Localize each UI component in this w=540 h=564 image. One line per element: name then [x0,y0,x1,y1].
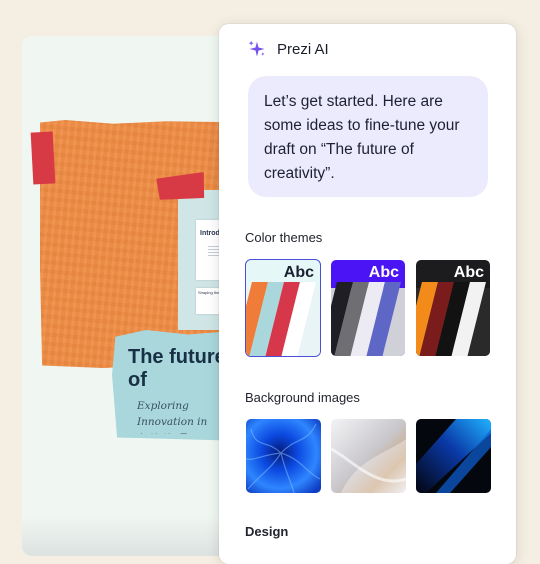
theme-label: Abc [453,264,484,281]
theme-label: Abc [283,264,314,281]
background-thumb-dark-blue[interactable] [416,419,491,493]
background-thumb-silver-abstract[interactable] [331,419,406,493]
panel-header: Prezi AI [247,36,329,62]
theme-card-purple[interactable]: Abc [331,260,405,356]
color-themes-label: Color themes [245,230,323,245]
ai-message-bubble: Let’s get started. Here are some ideas t… [248,76,488,197]
red-tape [30,131,56,185]
ai-message-text: Let’s get started. Here are some ideas t… [264,93,460,182]
theme-card-light[interactable]: Abc [245,259,321,357]
prezi-ai-panel: Prezi AI Let’s get started. Here are som… [219,24,516,564]
design-label: Design [245,524,289,539]
sparkle-icon [248,40,265,57]
background-images-label: Background images [245,390,360,405]
panel-title: Prezi AI [277,40,329,58]
theme-card-dark[interactable]: Abc [416,260,490,356]
theme-label: Abc [368,264,399,281]
background-thumb-blue-flower[interactable] [246,419,321,493]
